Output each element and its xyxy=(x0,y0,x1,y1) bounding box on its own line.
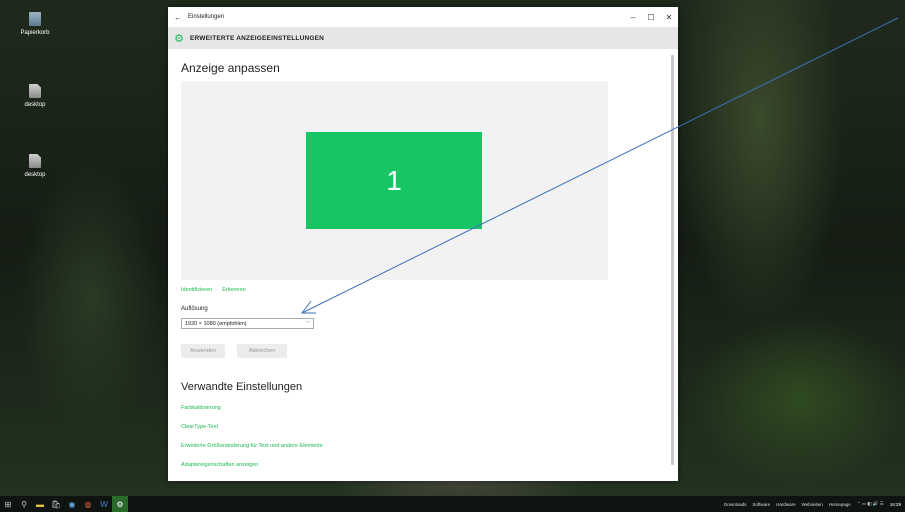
clock[interactable]: 16:29 xyxy=(890,502,901,507)
monitor-tile-1[interactable]: 1 xyxy=(306,132,482,229)
system-tray: Downloads Software Hardware Webseiten Ho… xyxy=(724,496,901,512)
desktop-icon-desktop-1[interactable]: desktop xyxy=(12,84,58,108)
chrome-icon[interactable]: ◍ xyxy=(80,496,96,512)
resolution-dropdown[interactable]: 1920 × 1080 (empfohlen) ⌵ xyxy=(181,318,314,329)
identify-detect-links: Identifizieren Erkennen xyxy=(181,287,246,293)
store-icon[interactable]: 🛍 xyxy=(48,496,64,512)
cancel-button[interactable]: Abbrechen xyxy=(237,344,287,358)
back-button[interactable]: ← xyxy=(168,13,188,22)
start-button[interactable]: ⊞ xyxy=(0,496,16,512)
title-bar: ← Einstellungen – ☐ ✕ xyxy=(168,7,678,27)
recycle-bin-icon xyxy=(29,12,41,26)
maximize-button[interactable]: ☐ xyxy=(642,13,660,22)
search-icon[interactable]: ⚲ xyxy=(16,496,32,512)
scrollbar[interactable] xyxy=(671,55,674,465)
close-button[interactable]: ✕ xyxy=(660,13,678,22)
resolution-label: Auflösung xyxy=(181,306,208,312)
identify-link[interactable]: Identifizieren xyxy=(181,287,212,293)
desktop-icon-label: Papierkorb xyxy=(20,30,50,36)
toolbar-homepage[interactable]: Homepage xyxy=(829,502,851,507)
gear-icon: ⚙ xyxy=(174,32,184,45)
minimize-button[interactable]: – xyxy=(624,13,642,22)
app-title: Einstellungen xyxy=(188,14,225,20)
file-icon xyxy=(29,154,41,168)
adapter-properties-link[interactable]: Adaptereigenschaften anzeigen xyxy=(181,462,258,468)
cleartype-text-link[interactable]: ClearType-Text xyxy=(181,424,218,430)
desktop-icon-label: desktop xyxy=(24,102,46,108)
header-title: ERWEITERTE ANZEIGEEINSTELLUNGEN xyxy=(190,34,325,42)
color-calibration-link[interactable]: Farbkalibrierung xyxy=(181,405,221,411)
header-bar: ⚙ ERWEITERTE ANZEIGEEINSTELLUNGEN xyxy=(168,27,678,49)
content-area: Anzeige anpassen 1 Identifizieren Erkenn… xyxy=(180,51,662,481)
settings-window: ← Einstellungen – ☐ ✕ ⚙ ERWEITERTE ANZEI… xyxy=(168,7,678,481)
desktop-icon-desktop-2[interactable]: desktop xyxy=(12,154,58,178)
desktop-icon-recycle-bin[interactable]: Papierkorb xyxy=(12,12,58,36)
advanced-sizing-link[interactable]: Erweiterte Größenänderung für Text und a… xyxy=(181,443,323,449)
settings-taskbar-icon[interactable]: ⚙ xyxy=(112,496,128,512)
apply-button[interactable]: Anwenden xyxy=(181,344,225,358)
toolbar-software[interactable]: Software xyxy=(752,502,770,507)
toolbar-webseiten[interactable]: Webseiten xyxy=(802,502,823,507)
page-title: Anzeige anpassen xyxy=(181,61,280,75)
tray-icons[interactable]: ⌃ ▭ ◧ 🔊 ☰ xyxy=(857,501,884,507)
taskbar: ⊞ ⚲ ▬ 🛍 ◉ ◍ W ⚙ Downloads Software Hardw… xyxy=(0,496,905,512)
resolution-value: 1920 × 1080 (empfohlen) xyxy=(185,320,247,327)
toolbar-hardware[interactable]: Hardware xyxy=(776,502,796,507)
related-settings-title: Verwandte Einstellungen xyxy=(181,381,303,393)
desktop-icon-label: desktop xyxy=(24,172,46,178)
word-icon[interactable]: W xyxy=(96,496,112,512)
toolbar-downloads[interactable]: Downloads xyxy=(724,502,746,507)
file-icon xyxy=(29,84,41,98)
detect-link[interactable]: Erkennen xyxy=(222,287,246,293)
chevron-down-icon: ⌵ xyxy=(305,319,310,325)
browser-icon[interactable]: ◉ xyxy=(64,496,80,512)
monitor-arrangement-area: 1 xyxy=(181,81,608,280)
file-explorer-icon[interactable]: ▬ xyxy=(32,496,48,512)
